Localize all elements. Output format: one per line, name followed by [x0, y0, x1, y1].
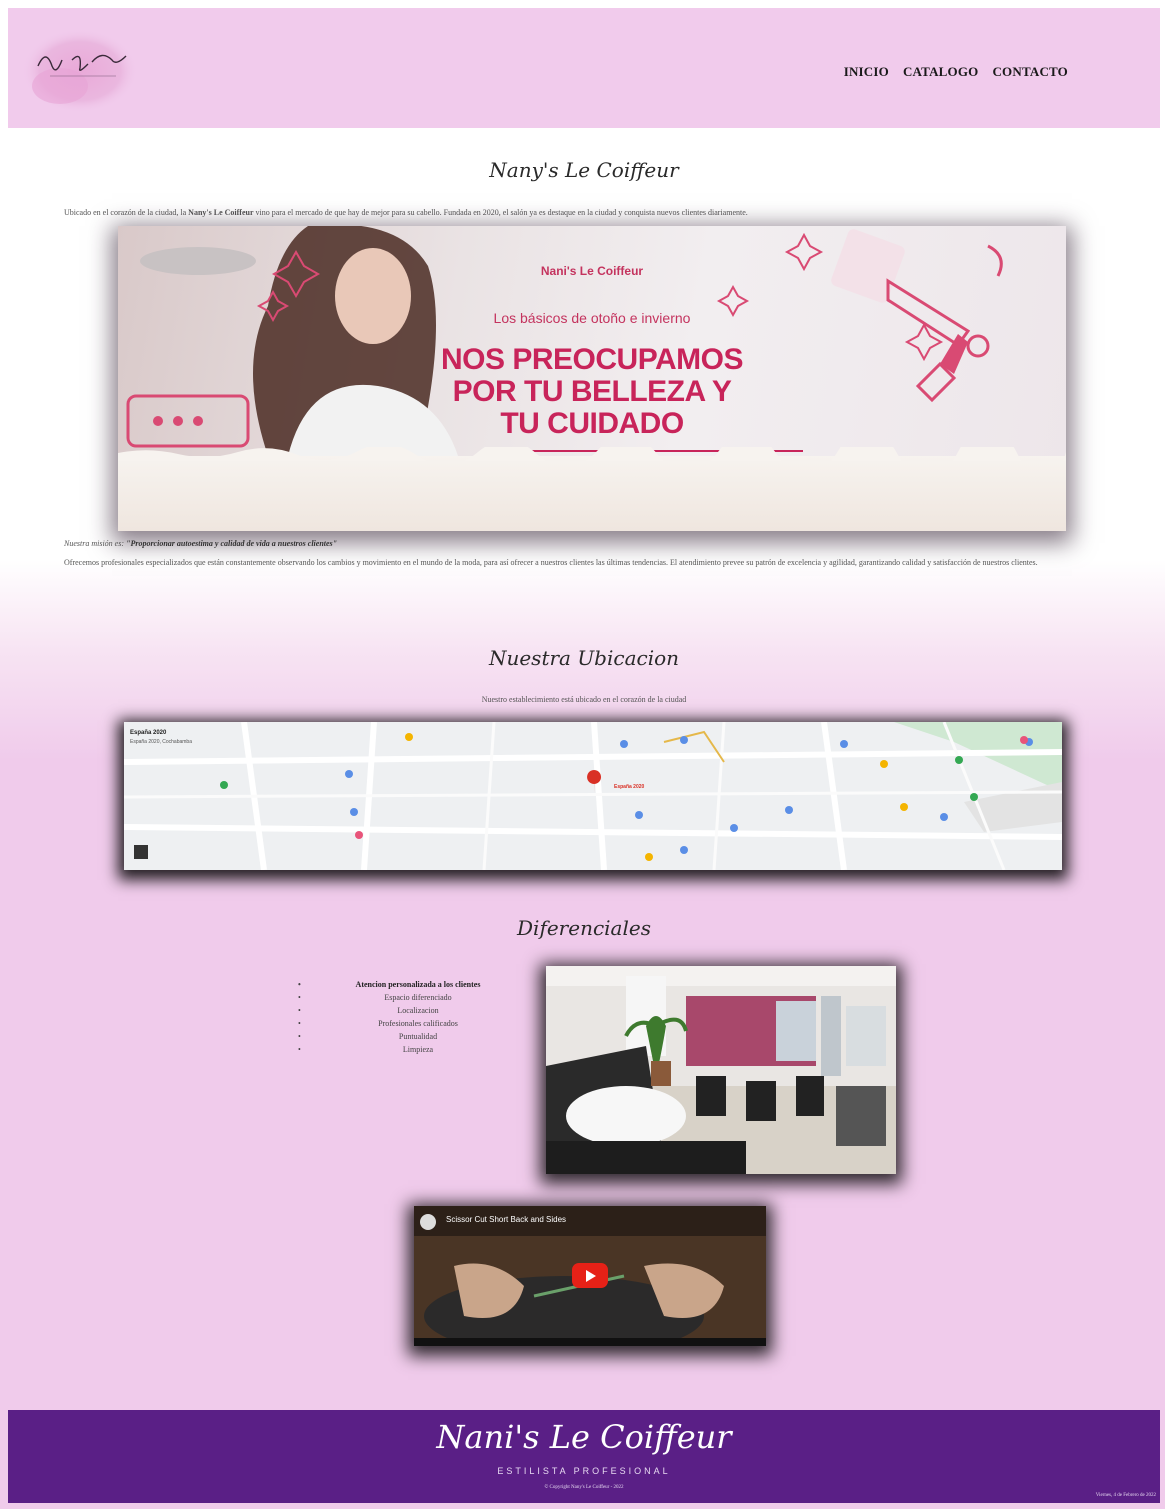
mission-lead: Nuestra misión es: — [64, 539, 126, 548]
nav-catalogo[interactable]: CATALOGO — [903, 64, 979, 80]
map-place-address: España 2020, Cochabamba — [130, 739, 192, 745]
about-intro: Ubicado en el corazón de la ciudad, la N… — [64, 207, 1104, 218]
banner-headline: Nos preocupamos por tu belleza y tu cuid… — [118, 344, 1066, 440]
list-item: Puntualidad — [298, 1030, 538, 1043]
page: INICIO CATALOGO CONTACTO Nany's Le Coiff… — [8, 8, 1160, 1503]
map-pin-label: España 2020 — [614, 784, 645, 790]
list-item: Limpieza — [298, 1043, 538, 1056]
nav-contacto[interactable]: CONTACTO — [992, 64, 1068, 80]
about-intro-brand: Nany's Le Coiffeur — [188, 208, 254, 217]
site-logo[interactable] — [20, 26, 150, 114]
about-intro-rest: vino para el mercado de que hay de mejor… — [253, 208, 748, 217]
mission-statement: Nuestra misión es: "Proporcionar autoest… — [64, 539, 337, 548]
differentials-title: Diferenciales — [517, 916, 651, 940]
map-place-name: España 2020 — [130, 730, 167, 736]
footer-copyright: © Copyright Nany's Le Coiffeur - 2022 — [544, 1485, 624, 1490]
video-player[interactable]: Scissor Cut Short Back and Sides — [414, 1206, 766, 1346]
differentials-list: Atencion personalizada a los clientes Es… — [298, 978, 538, 1056]
banner-brand: Nani's Le Coiffeur — [540, 264, 644, 278]
paper-tear — [118, 447, 1066, 461]
location-subtitle: Nuestro establecimiento está ubicado en … — [481, 695, 687, 704]
site-footer: Nani's Le Coiffeur ESTILISTA PROFESIONAL… — [8, 1410, 1160, 1503]
banner-paper — [118, 456, 1066, 531]
nav-inicio[interactable]: INICIO — [844, 64, 889, 80]
banner-subhead: Los básicos de otoño e invierno — [493, 310, 691, 326]
headline-line-3: tu cuidado — [500, 407, 684, 440]
list-item: Profesionales calificados — [298, 1017, 538, 1030]
salon-photo — [546, 966, 896, 1174]
footer-date: Viernes, 4 de Febrero de 2022 — [1095, 1493, 1156, 1498]
location-title: Nuestra Ubicacion — [488, 646, 680, 670]
about-intro-lead: Ubicado en el corazón de la ciudad, la — [64, 208, 189, 217]
footer-subtitle: ESTILISTA PROFESIONAL — [497, 1466, 671, 1476]
location-map[interactable]: España 2020 España 2020, Cochabamba Espa… — [124, 722, 1062, 870]
about-title: Nany's Le Coiffeur — [489, 158, 679, 182]
headline-line-1: Nos preocupamos — [441, 343, 743, 376]
headline-line-2: por tu belleza y — [452, 375, 732, 408]
play-icon[interactable] — [572, 1263, 608, 1288]
map-tiles — [124, 722, 1062, 870]
mission-text: "Proporcionar autoestima y calidad de vi… — [126, 539, 338, 548]
list-item: Espacio diferenciado — [298, 991, 538, 1004]
site-header: INICIO CATALOGO CONTACTO — [8, 8, 1160, 128]
video-title: Scissor Cut Short Back and Sides — [446, 1215, 567, 1224]
main-nav: INICIO CATALOGO CONTACTO — [844, 64, 1068, 80]
list-item: Atencion personalizada a los clientes — [298, 978, 538, 991]
about-body: Ofrecemos profesionales especializados q… — [64, 558, 1038, 567]
list-item: Localizacion — [298, 1004, 538, 1017]
footer-logo: Nani's Le Coiffeur — [436, 1418, 732, 1456]
hero-banner: Nani's Le Coiffeur Los básicos de otoño … — [118, 226, 1066, 531]
